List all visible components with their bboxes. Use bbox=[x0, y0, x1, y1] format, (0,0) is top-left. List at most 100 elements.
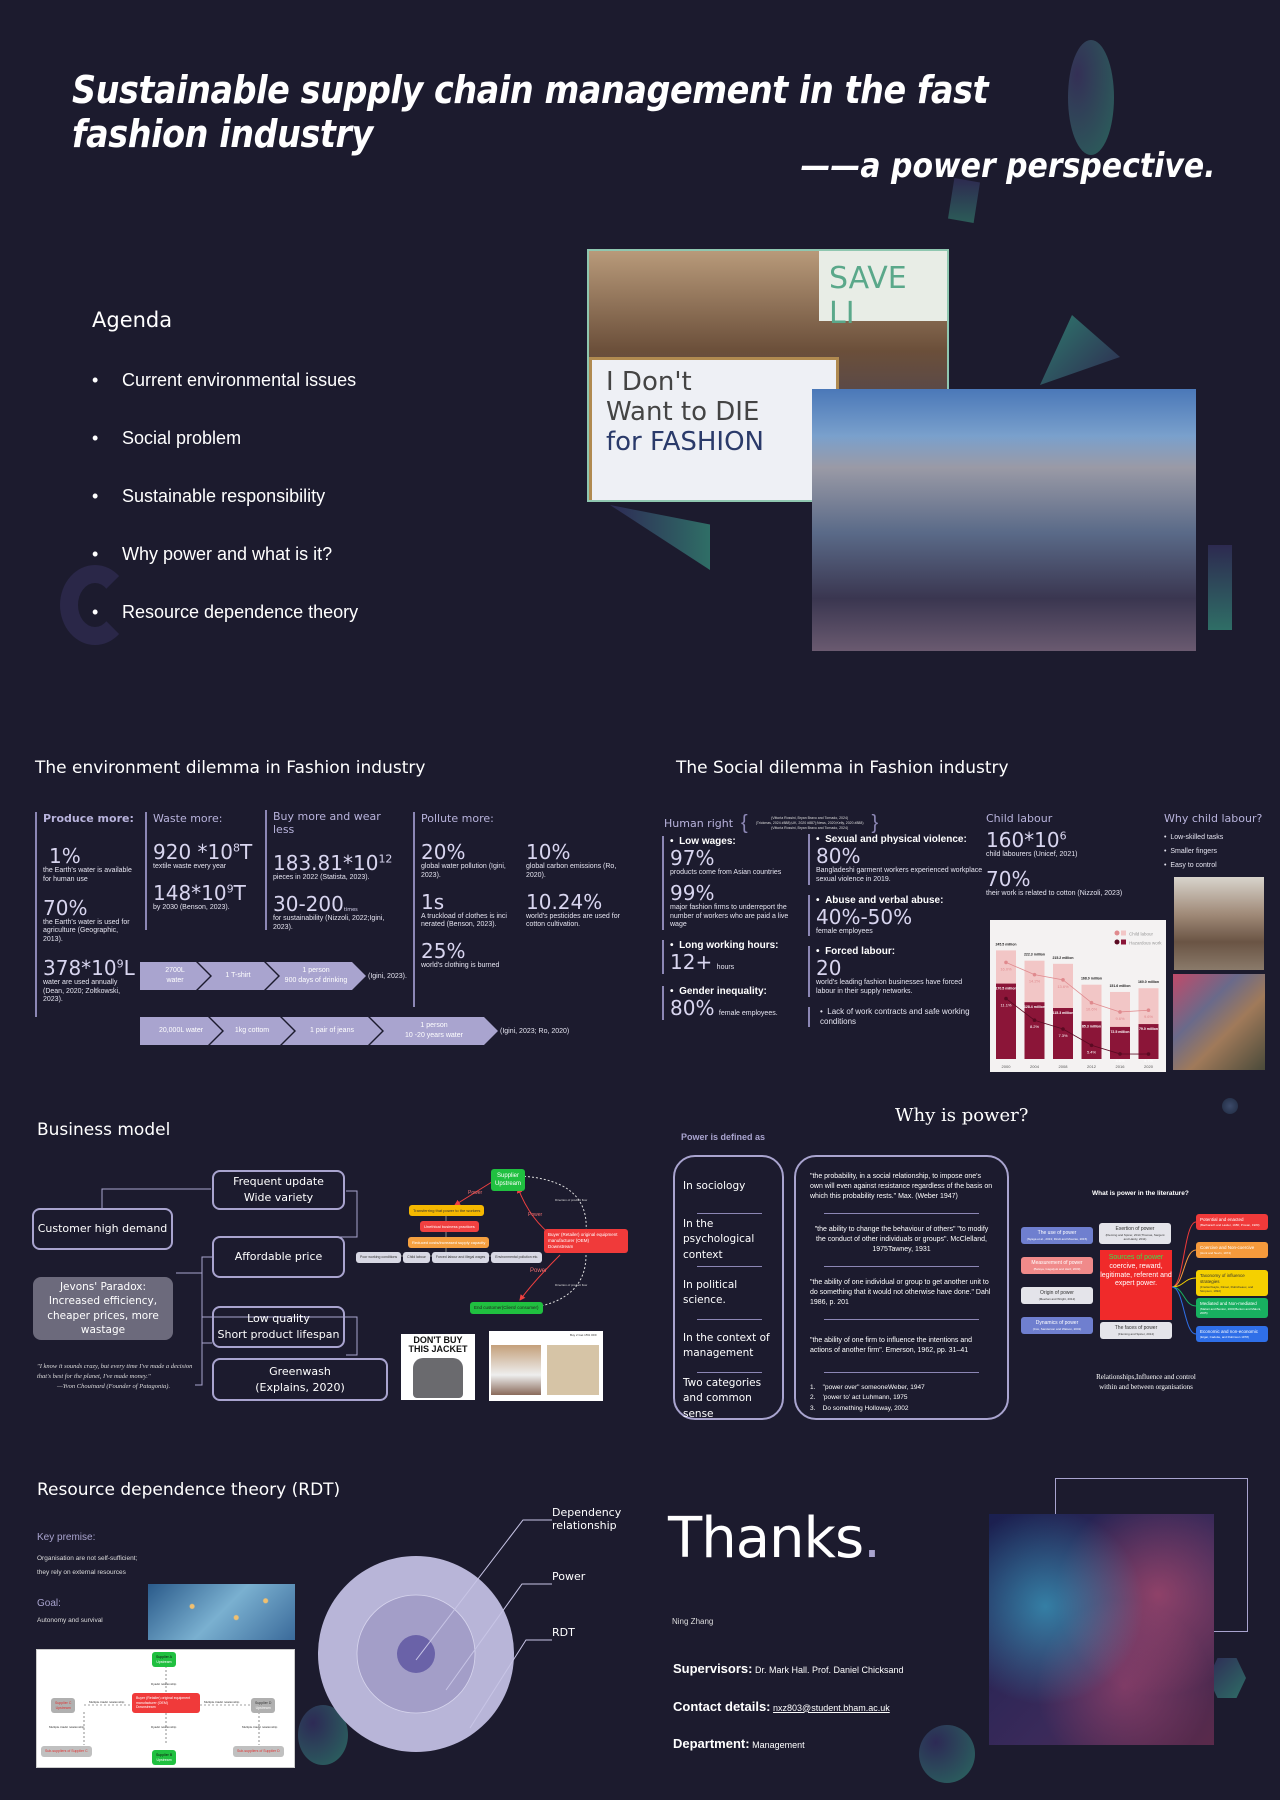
percent-label: 9.6% bbox=[1144, 1014, 1154, 1019]
mindmap-left-node: The use of power (Nyaga et al., 2013; Rin… bbox=[1021, 1227, 1093, 1244]
percent-label: 4.6% bbox=[1115, 1058, 1125, 1063]
percent-label: 9.6% bbox=[1115, 1016, 1125, 1021]
power-ring-label: Power bbox=[552, 1570, 586, 1583]
clothing-waste-photo bbox=[812, 389, 1196, 651]
abuse-block: • Abuse and verbal abuse: 40%-50% female… bbox=[808, 894, 983, 937]
child-worker-photo bbox=[1174, 877, 1264, 970]
x-tick-label: 2012 bbox=[1087, 1064, 1097, 1069]
context-label: In the psychological context bbox=[683, 1218, 755, 1261]
bar-value-label: 215.2 million bbox=[1052, 956, 1073, 960]
violence-block: • Sexual and physical violence: 80% Bang… bbox=[808, 834, 983, 885]
ring-dependency bbox=[397, 1635, 435, 1673]
trend-point bbox=[1118, 1010, 1122, 1014]
frequent-update-box: Frequent update Wide variety bbox=[212, 1170, 345, 1210]
mindmap-right-node: Taxonomy of influence strategies (Frazier… bbox=[1196, 1270, 1268, 1297]
stat: 1s A truckload of clothes is inci nerated… bbox=[421, 889, 507, 929]
decorative-orb bbox=[1222, 1098, 1238, 1114]
legend-marker-child-labour bbox=[1114, 930, 1120, 936]
bar-value-label: 115.3 million bbox=[1053, 1011, 1074, 1015]
bar-value-label: 168.0 million bbox=[1081, 977, 1102, 981]
context-label: In political science. bbox=[683, 1278, 738, 1306]
poster-subtitle: ——a power perspective. bbox=[801, 146, 1216, 186]
trend-point bbox=[1061, 978, 1065, 982]
effect-node: Child labour bbox=[403, 1252, 430, 1263]
low-wages-block: • Low wages: 97% products come from Asia… bbox=[662, 836, 802, 930]
x-tick-label: 2000 bbox=[1002, 1064, 1012, 1069]
product-flow-label: Direction of product flow bbox=[555, 1283, 588, 1287]
power-contexts-panel: In sociology In the psychological contex… bbox=[673, 1155, 784, 1420]
effect-node: Environmental pollution etc. bbox=[491, 1252, 543, 1263]
mindmap-right-node: Coercive and Non-coercive (Hunt and Nevin… bbox=[1196, 1242, 1268, 1259]
bar-value-label: 79.0 million bbox=[1139, 1027, 1158, 1031]
faces-of-power-node: The faces of power (Fleming and Spicer, 2… bbox=[1100, 1322, 1172, 1339]
human-right-header: Human right { (Vittoria Rossini, Bryan B… bbox=[664, 812, 879, 834]
transfer-node: Transferring that power to the workers bbox=[409, 1205, 485, 1217]
produce-column: Produce more: 1% the Earth's water is av… bbox=[35, 812, 135, 1017]
patagonia-quote: "I know it sounds crazy, but every time … bbox=[37, 1363, 193, 1390]
stat: 10.24% world's pesticides are used for co… bbox=[526, 889, 620, 929]
environment-heading: The environment dilemma in Fashion indus… bbox=[35, 758, 426, 778]
mindmap-left-node: Dynamics of power (Cox, Sanderson and Wat… bbox=[1021, 1317, 1093, 1334]
bar-value-label: 72.5 million bbox=[1110, 1030, 1129, 1034]
premise-text: Organisation are not self-sufficient; th… bbox=[37, 1555, 138, 1577]
decorative-bar bbox=[1208, 545, 1232, 630]
trend-point bbox=[1061, 1027, 1065, 1031]
email-link[interactable]: nxz803@student.bham.ac.uk bbox=[773, 1703, 890, 1713]
mindmap-connectors bbox=[1172, 1221, 1196, 1335]
trend-point bbox=[1146, 1052, 1151, 1056]
stat: 10% global carbon emissions (Ro, 2020). bbox=[526, 840, 617, 879]
trend-point bbox=[1004, 960, 1008, 965]
dependency-label: Dependency relationship bbox=[552, 1506, 622, 1532]
business-heading: Business model bbox=[37, 1120, 171, 1140]
effects-row: Poor working conditions Child labour For… bbox=[356, 1252, 543, 1263]
supplier-c-node: Supplier C Upstream bbox=[51, 1698, 76, 1714]
child-labour-chart: 245.5 million 16.0% 170.5 million 11.1% 2000… bbox=[990, 920, 1166, 1072]
fast-fashion-ad: Buy 2 Get 15% OFF bbox=[489, 1331, 603, 1401]
gender-block: • Gender inequality: 80% female employee… bbox=[662, 986, 802, 1020]
pollute-column: Pollute more: 20% global water pollution … bbox=[413, 812, 633, 1007]
exertion-node: Exertion of power (Fleming and Spicer, 20… bbox=[1099, 1223, 1171, 1244]
supplier-d-node: Supplier D Upstream bbox=[251, 1698, 276, 1714]
x-tick-label: 2016 bbox=[1116, 1064, 1126, 1069]
sub-suppliers-c-node: Sub-suppliers of Supplier C bbox=[41, 1746, 92, 1757]
percent-label: 13.6% bbox=[1057, 984, 1069, 989]
product-flow-arrow bbox=[519, 1175, 587, 1233]
stat: 20% global water pollution (Igini, 2023). bbox=[421, 840, 506, 879]
rdt-supply-diagram: Supplier A Upstream Dyadic relationship B… bbox=[36, 1649, 295, 1768]
percent-label: 11.1% bbox=[1000, 1003, 1011, 1008]
jacket-image bbox=[413, 1358, 463, 1398]
social-heading: The Social dilemma in Fashion industry bbox=[676, 758, 1009, 778]
unethical-node: Unethical business practices bbox=[420, 1221, 479, 1233]
bar-value-label: 222.3 million bbox=[1024, 953, 1045, 957]
affordable-price-box: Affordable price bbox=[212, 1236, 345, 1278]
agenda-item: • Why power and what is it? bbox=[92, 544, 358, 602]
reason-item: • Low-skilled tasks bbox=[1164, 834, 1224, 841]
stat: 148*109T by 2030 (Benson, 2023). bbox=[153, 880, 246, 911]
buyer-node: Buyer (Retailer) original equipment manu… bbox=[132, 1693, 200, 1714]
effect-node: Forced labour and illegal wages bbox=[431, 1252, 490, 1263]
context-label: In sociology bbox=[683, 1180, 746, 1193]
agenda-item: • Resource dependence theory bbox=[92, 602, 358, 660]
network-abstract-image bbox=[989, 1514, 1214, 1745]
x-tick-label: 2020 bbox=[1144, 1064, 1154, 1069]
stat: 183.81*1012 pieces in 2022 (Statista, 20… bbox=[273, 851, 393, 881]
bar-value-label: 245.5 million bbox=[995, 942, 1016, 946]
forced-labour-block: • Forced labour: 20 world's leading fash… bbox=[808, 946, 983, 997]
water-flow-tshirt: 2700L water 1 T-shirt 1 person 900 days … bbox=[140, 962, 407, 990]
percent-label: 10.6% bbox=[1086, 1007, 1098, 1012]
mindmap-title: What is power in the literature? bbox=[1092, 1190, 1189, 1197]
brace-icon: { bbox=[741, 812, 748, 834]
mindmap-branch bbox=[1172, 1286, 1196, 1307]
supplier-b-node: Supplier B Upstream bbox=[152, 1750, 177, 1766]
child-garment-worker-photo bbox=[1173, 974, 1265, 1070]
stat: 70% the Earth's water is used for agricu… bbox=[43, 895, 130, 944]
bullet-icon: • bbox=[92, 544, 99, 564]
child-labour-block: Child labour 160*106 child labourers (Un… bbox=[986, 812, 1123, 897]
legend-swatch-hazardous bbox=[1121, 939, 1126, 945]
mindmap-left-node: Measurement of power (Belaya, Gagalyuk an… bbox=[1021, 1257, 1093, 1274]
legend-swatch-child-labour bbox=[1121, 930, 1126, 936]
percent-label: 5.4% bbox=[1087, 1049, 1097, 1054]
bullet-icon: • bbox=[92, 428, 99, 448]
product-flow-arrow bbox=[529, 1254, 587, 1309]
trend-point bbox=[1118, 1052, 1122, 1056]
